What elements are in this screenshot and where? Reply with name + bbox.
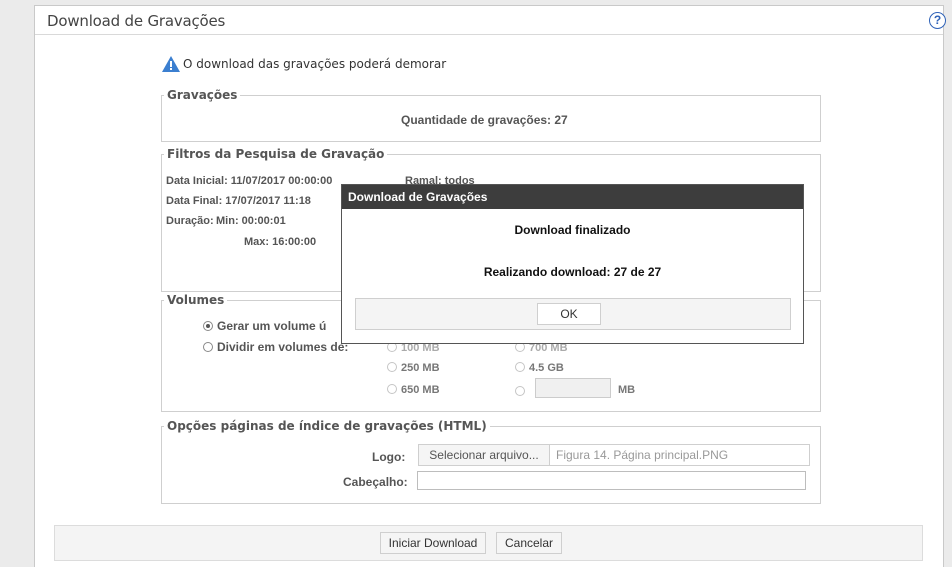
warning-message: O download das gravações poderá demorar: [162, 56, 446, 72]
filter-end-date: Data Final: 17/07/2017 11:18: [166, 195, 311, 207]
logo-label: Logo:: [372, 450, 406, 464]
filter-duration-label: Duração:: [166, 215, 214, 227]
single-volume-option[interactable]: Gerar um volume ú: [203, 319, 326, 333]
size-label-250: 250 MB: [401, 362, 440, 374]
logo-file-name: Figura 14. Página principal.PNG: [549, 444, 810, 466]
single-volume-label: Gerar um volume ú: [217, 319, 327, 333]
help-icon[interactable]: ?: [929, 12, 946, 29]
split-volumes-option[interactable]: Dividir em volumes de:: [203, 340, 348, 354]
header-input[interactable]: [417, 471, 806, 490]
size-option-650[interactable]: 650 MB: [387, 384, 440, 396]
size-label-650: 650 MB: [401, 384, 440, 396]
size-label-4-5: 4.5 GB: [529, 362, 564, 374]
modal-ok-button[interactable]: OK: [537, 303, 601, 325]
filters-legend: Filtros da Pesquisa de Gravação: [167, 147, 385, 161]
filter-duration-min: Min: 00:00:01: [216, 215, 286, 227]
size-radio-650[interactable]: [387, 384, 397, 394]
volumes-legend: Volumes: [167, 293, 225, 307]
split-volumes-label: Dividir em volumes de:: [217, 340, 349, 354]
header-label: Cabeçalho:: [343, 475, 408, 489]
warning-text: O download das gravações poderá demorar: [183, 57, 447, 71]
custom-size-unit: MB: [618, 384, 636, 396]
filter-duration-max: Max: 16:00:00: [244, 236, 317, 248]
modal-status: Download finalizado: [514, 223, 631, 237]
size-radio-custom[interactable]: [515, 386, 525, 396]
modal-progress: Realizando download: 27 de 27: [483, 265, 662, 279]
panel-header: Download de Gravações ?: [35, 6, 946, 35]
size-radio-4-5[interactable]: [515, 362, 525, 372]
size-option-custom[interactable]: [515, 384, 529, 398]
index-options-legend: Opções páginas de índice de gravações (H…: [167, 419, 487, 433]
modal-title: Download de Gravações: [342, 185, 803, 209]
warning-icon: [162, 56, 180, 72]
start-download-button[interactable]: Iniciar Download: [380, 532, 486, 554]
recordings-legend: Gravações: [167, 88, 238, 102]
download-modal: Download de Gravações Download finalizad…: [341, 184, 804, 344]
form-footer: [54, 525, 923, 561]
cancel-button[interactable]: Cancelar: [496, 532, 562, 554]
custom-size-input[interactable]: [535, 378, 611, 398]
single-volume-radio[interactable]: [203, 321, 213, 331]
page-title: Download de Gravações: [47, 12, 226, 30]
recordings-count: Quantidade de gravações: 27: [401, 113, 568, 127]
filter-start-date: Data Inicial: 11/07/2017 00:00:00: [166, 175, 333, 187]
size-option-250[interactable]: 250 MB: [387, 362, 440, 374]
split-volumes-radio[interactable]: [203, 342, 213, 352]
size-option-4-5[interactable]: 4.5 GB: [515, 362, 564, 374]
select-file-button[interactable]: Selecionar arquivo...: [418, 444, 550, 466]
size-radio-250[interactable]: [387, 362, 397, 372]
